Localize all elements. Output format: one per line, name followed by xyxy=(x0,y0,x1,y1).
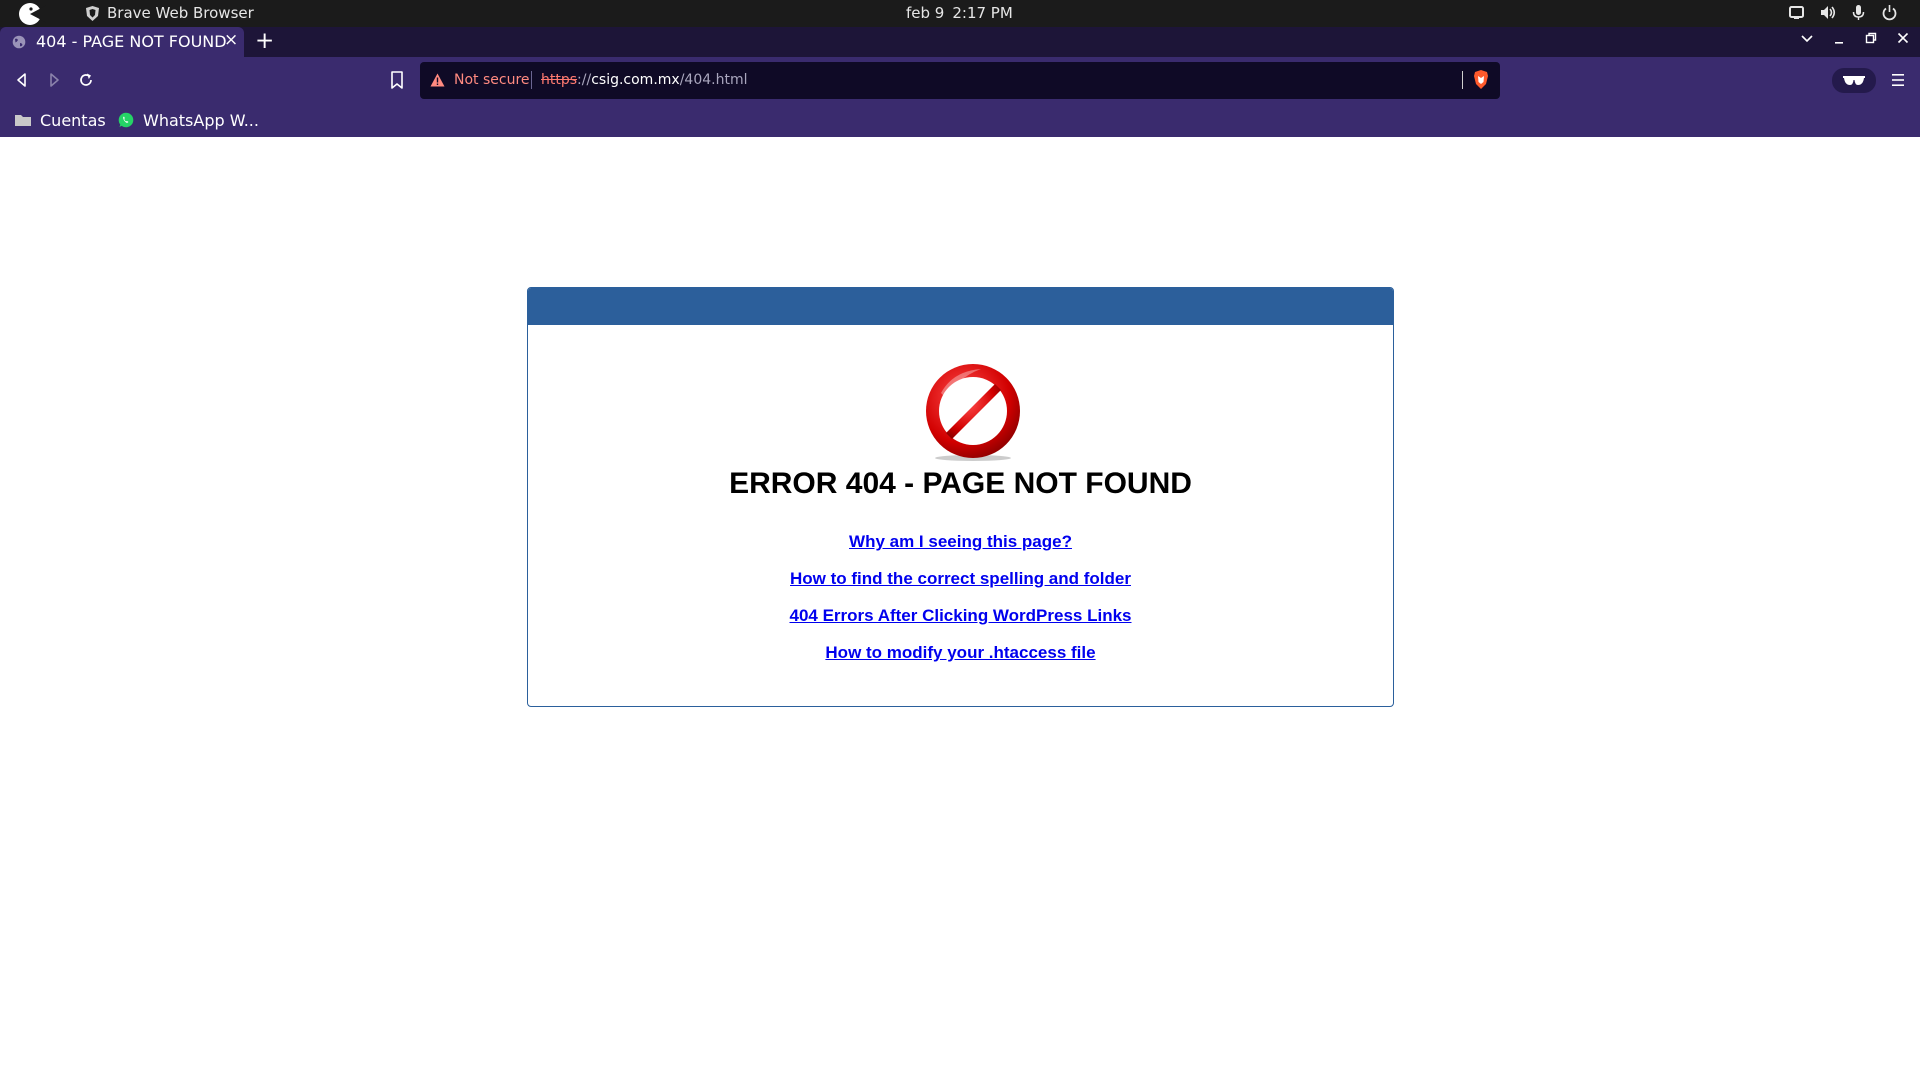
os-top-bar: Brave Web Browser feb 9 2:17 PM xyxy=(0,0,1920,27)
page-title: ERROR 404 - PAGE NOT FOUND xyxy=(729,467,1192,500)
page-content: ERROR 404 - PAGE NOT FOUND Why am I seei… xyxy=(0,137,1920,1080)
microphone-icon[interactable] xyxy=(1850,4,1867,21)
close-window-icon[interactable] xyxy=(1896,31,1910,45)
brave-shields-icon[interactable] xyxy=(1473,70,1489,89)
url-separator: :// xyxy=(577,72,592,88)
url-scheme: https xyxy=(541,72,578,88)
system-menu-icon[interactable] xyxy=(17,2,47,26)
tab-close-button[interactable]: × xyxy=(224,30,238,50)
reload-icon xyxy=(80,73,92,86)
back-arrow-icon xyxy=(17,73,26,87)
panel-header-band xyxy=(528,288,1393,325)
warning-icon[interactable] xyxy=(430,73,445,87)
reload-button[interactable] xyxy=(76,70,96,90)
folder-icon xyxy=(15,115,31,126)
url-host: csig.com.mx xyxy=(591,72,680,88)
hamburger-menu-icon[interactable] xyxy=(1890,71,1906,89)
link-wordpress-404[interactable]: 404 Errors After Clicking WordPress Link… xyxy=(528,606,1393,643)
url-path: /404.html xyxy=(679,72,748,88)
tab-title: 404 - PAGE NOT FOUND xyxy=(36,32,227,51)
prohibited-icon xyxy=(926,364,1020,461)
tab-strip: 404 - PAGE NOT FOUND × + xyxy=(0,27,1920,57)
clock-time: 2:17 PM xyxy=(952,4,1013,22)
new-tab-button[interactable]: + xyxy=(255,28,274,54)
link-why-seeing-page[interactable]: Why am I seeing this page? xyxy=(528,532,1393,569)
omnibox-divider xyxy=(531,71,532,89)
back-button[interactable] xyxy=(12,70,32,90)
clock[interactable]: feb 9 2:17 PM xyxy=(906,4,1021,22)
brave-shield-icon xyxy=(86,5,99,21)
browser-toolbar: Not secure https://csig.com.mx/404.html xyxy=(0,57,1920,104)
help-links: Why am I seeing this page? How to find t… xyxy=(528,532,1393,680)
app-name: Brave Web Browser xyxy=(107,4,254,22)
link-htaccess[interactable]: How to modify your .htaccess file xyxy=(528,643,1393,680)
tab-search-chevron-icon[interactable] xyxy=(1800,31,1814,45)
sunglasses-icon xyxy=(1843,76,1865,85)
bookmark-icon[interactable] xyxy=(389,70,405,90)
bookmark-label: Cuentas xyxy=(40,110,106,130)
active-app: Brave Web Browser xyxy=(86,4,254,22)
link-correct-spelling[interactable]: How to find the correct spelling and fol… xyxy=(528,569,1393,606)
address-bar[interactable]: Not secure https://csig.com.mx/404.html xyxy=(420,62,1500,99)
window-controls xyxy=(1800,31,1910,45)
error-panel: ERROR 404 - PAGE NOT FOUND Why am I seei… xyxy=(527,287,1394,707)
globe-icon xyxy=(12,35,26,49)
clock-date: feb 9 xyxy=(906,4,945,22)
brave-vpn-button[interactable] xyxy=(1832,68,1876,93)
tab-active[interactable]: 404 - PAGE NOT FOUND × xyxy=(0,27,244,57)
omnibox-divider-right xyxy=(1462,71,1463,89)
whatsapp-icon xyxy=(118,112,134,128)
forward-arrow-icon xyxy=(50,73,59,87)
bookmark-label: WhatsApp W... xyxy=(143,110,259,130)
bookmarks-bar: Cuentas WhatsApp W... xyxy=(0,104,1920,137)
not-secure-label[interactable]: Not secure xyxy=(454,72,530,88)
minimize-icon[interactable] xyxy=(1832,31,1846,45)
forward-button[interactable] xyxy=(44,70,64,90)
restore-icon[interactable] xyxy=(1864,31,1878,45)
bookmark-folder-cuentas[interactable]: Cuentas xyxy=(14,107,106,133)
volume-icon[interactable] xyxy=(1819,4,1836,21)
system-tray xyxy=(1788,4,1898,21)
power-icon[interactable] xyxy=(1881,4,1898,21)
bookmark-whatsapp[interactable]: WhatsApp W... xyxy=(117,107,259,133)
window-icon[interactable] xyxy=(1788,4,1805,21)
url-text[interactable]: https://csig.com.mx/404.html xyxy=(541,72,747,88)
